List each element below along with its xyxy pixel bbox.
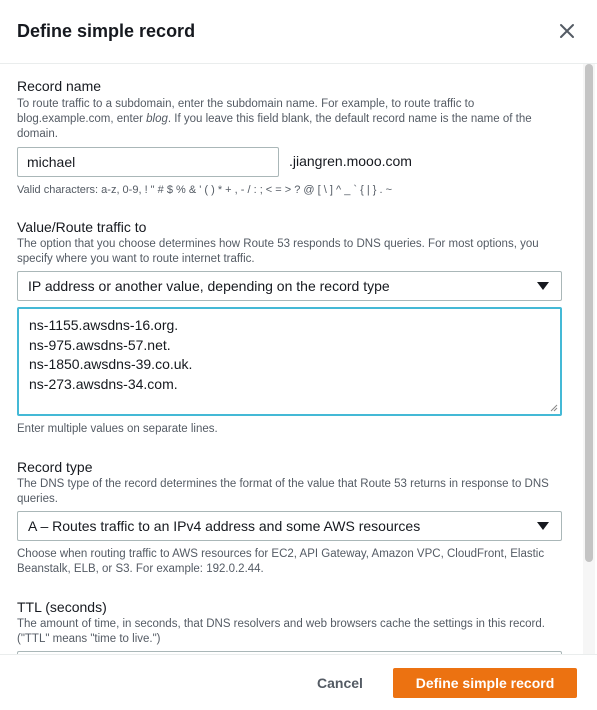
record-name-description: To route traffic to a subdomain, enter t… <box>17 98 532 140</box>
route-target-selected: IP address or another value, depending o… <box>28 278 390 294</box>
record-name-hint: Valid characters: a-z, 0-9, ! " # $ % & … <box>17 184 392 196</box>
value-line: ns-975.awsdns-57.net. <box>29 336 171 353</box>
value-route-label: Value/Route traffic to <box>17 219 147 235</box>
record-values-textarea[interactable]: ns-1155.awsdns-16.org. ns-975.awsdns-57.… <box>17 307 562 416</box>
route-target-select[interactable]: IP address or another value, depending o… <box>17 271 562 301</box>
ttl-description: The amount of time, in seconds, that DNS… <box>17 618 545 645</box>
domain-suffix: .jiangren.mooo.com <box>289 153 412 169</box>
record-name-input[interactable]: michael <box>17 147 279 177</box>
record-type-selected: A – Routes traffic to an IPv4 address an… <box>28 518 421 534</box>
define-simple-record-button[interactable]: Define simple record <box>393 668 577 698</box>
record-type-hint: Choose when routing traffic to AWS resou… <box>17 548 545 575</box>
close-icon[interactable] <box>556 20 578 42</box>
modal-body: Record name To route traffic to a subdom… <box>0 64 597 654</box>
values-hint: Enter multiple values on separate lines. <box>17 423 218 435</box>
value-route-description: The option that you choose determines ho… <box>17 238 539 265</box>
caret-down-icon <box>537 282 549 290</box>
record-name-label: Record name <box>17 78 102 94</box>
cancel-button[interactable]: Cancel <box>304 668 376 698</box>
value-line: ns-1155.awsdns-16.org. <box>29 317 179 333</box>
modal-header: Define simple record <box>0 0 597 64</box>
value-line: ns-1850.awsdns-39.co.uk. <box>29 356 193 372</box>
caret-down-icon <box>537 522 549 530</box>
ttl-label: TTL (seconds) <box>17 599 107 615</box>
resize-grip-icon[interactable] <box>550 404 558 412</box>
define-record-modal: Define simple record Record name To rout… <box>0 0 597 710</box>
record-type-select[interactable]: A – Routes traffic to an IPv4 address an… <box>17 511 562 541</box>
record-type-label: Record type <box>17 459 93 475</box>
modal-title: Define simple record <box>17 21 196 41</box>
record-type-description: The DNS type of the record determines th… <box>17 478 549 505</box>
value-line: ns-273.awsdns-34.com. <box>29 375 178 392</box>
